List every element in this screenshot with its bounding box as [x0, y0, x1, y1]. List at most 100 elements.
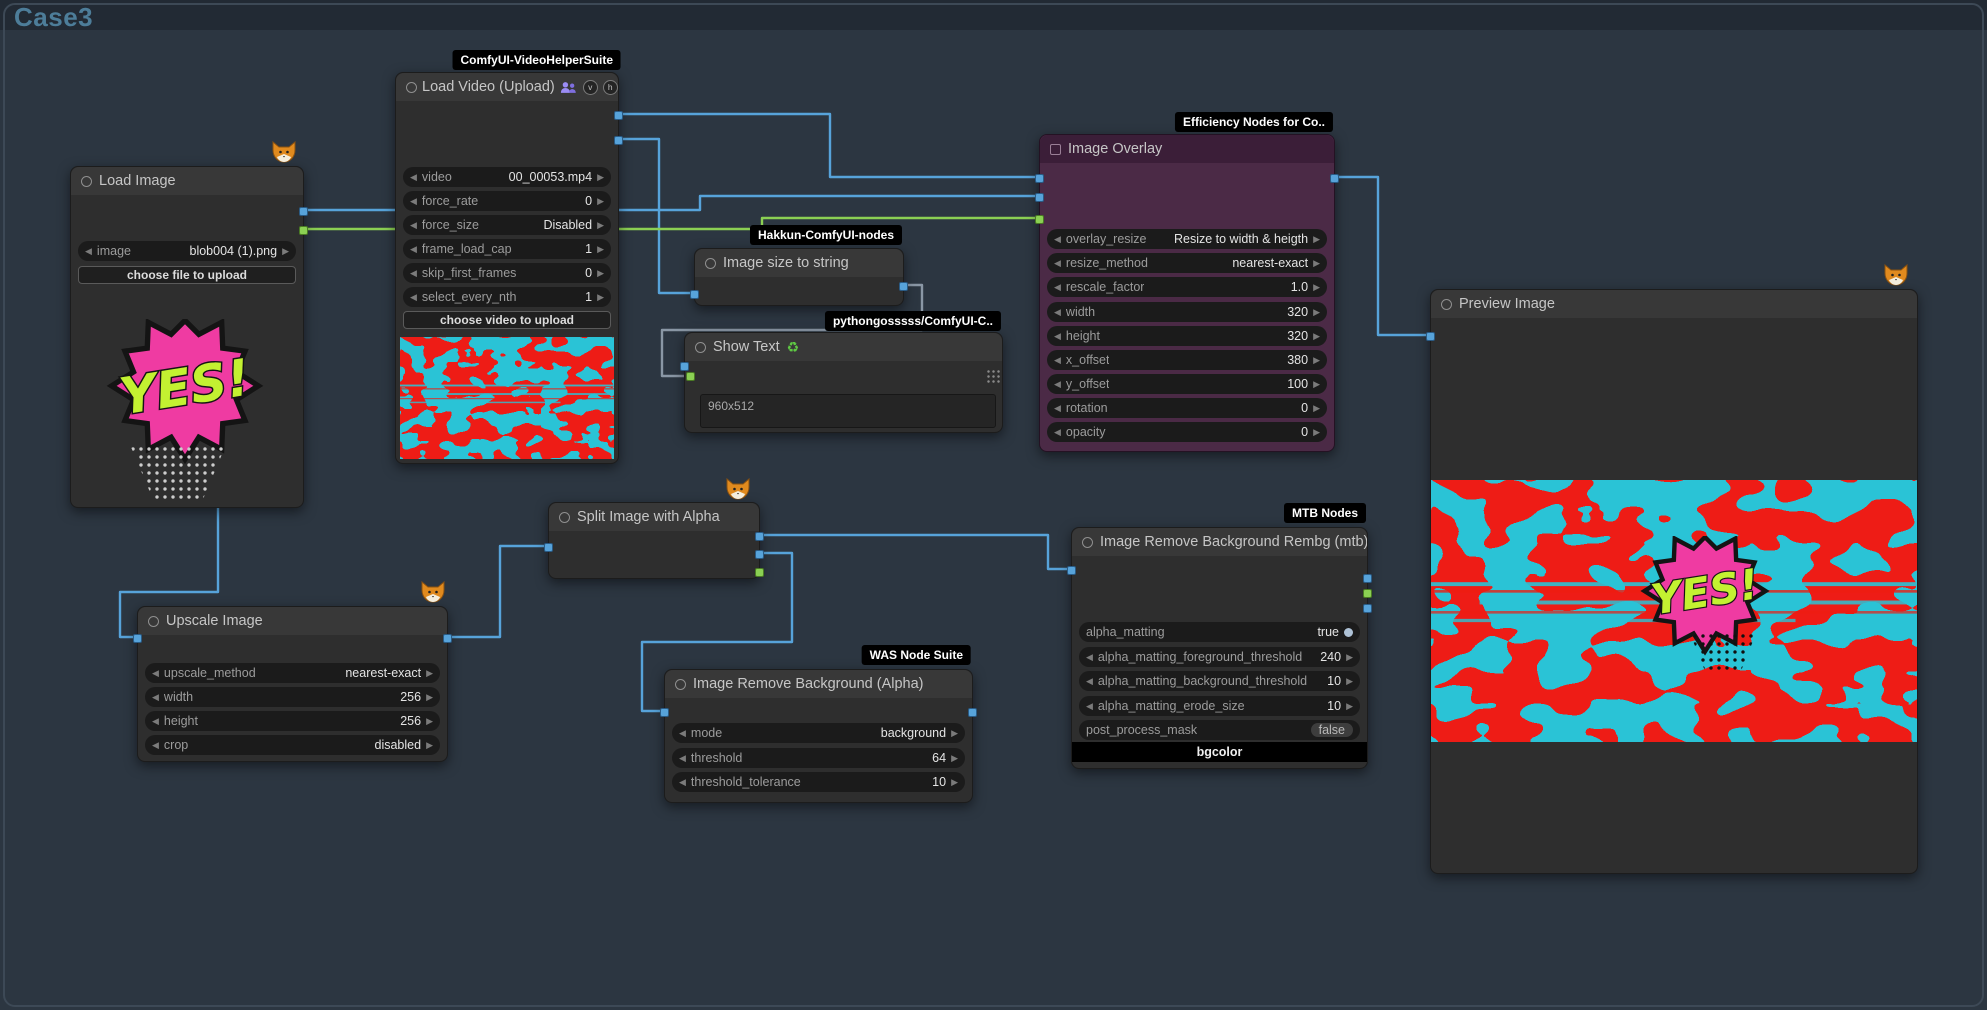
- widget-height[interactable]: ◀ height 320 ▶: [1047, 326, 1327, 346]
- collapse-dot[interactable]: [675, 679, 686, 690]
- decrement-arrow-icon[interactable]: ◀: [679, 723, 686, 743]
- decrement-arrow-icon[interactable]: ◀: [1054, 374, 1061, 394]
- decrement-arrow-icon[interactable]: ◀: [1054, 229, 1061, 249]
- decrement-arrow-icon[interactable]: ◀: [679, 748, 686, 768]
- increment-arrow-icon[interactable]: ▶: [597, 263, 604, 283]
- node-header[interactable]: Preview Image: [1431, 290, 1917, 318]
- toggle-knob[interactable]: [1344, 628, 1353, 637]
- node-header[interactable]: Image Overlay: [1040, 135, 1334, 163]
- collapse-dot[interactable]: [1050, 144, 1061, 155]
- decrement-arrow-icon[interactable]: ◀: [152, 735, 159, 755]
- group-title[interactable]: Case3: [14, 2, 93, 33]
- collapse-dot[interactable]: [148, 616, 159, 627]
- node-load-video[interactable]: Load Video (Upload) v h s ◀ video 00_000…: [395, 72, 619, 464]
- input-slot-image[interactable]: [690, 290, 699, 299]
- decrement-arrow-icon[interactable]: ◀: [410, 263, 417, 283]
- increment-arrow-icon[interactable]: ▶: [1313, 398, 1320, 418]
- node-header[interactable]: Image size to string: [695, 249, 903, 277]
- decrement-arrow-icon[interactable]: ◀: [1086, 647, 1093, 667]
- collapse-dot[interactable]: [81, 176, 92, 187]
- widget-alpha-matting-erode-size[interactable]: ◀ alpha_matting_erode_size 10 ▶: [1079, 696, 1360, 716]
- node-image-remove-background-rembg[interactable]: Image Remove Background Rembg (mtb) alph…: [1071, 527, 1368, 769]
- decrement-arrow-icon[interactable]: ◀: [1054, 350, 1061, 370]
- choose-file-button[interactable]: choose file to upload: [78, 266, 296, 284]
- node-header[interactable]: Image Remove Background Rembg (mtb): [1072, 528, 1367, 556]
- node-preview-image[interactable]: Preview Image: [1430, 289, 1918, 874]
- choose-video-button[interactable]: choose video to upload: [403, 311, 611, 329]
- collapse-dot[interactable]: [705, 258, 716, 269]
- node-image-remove-background-alpha[interactable]: Image Remove Background (Alpha) ◀ mode b…: [664, 669, 973, 803]
- widget-frame-load-cap[interactable]: ◀ frame_load_cap 1 ▶: [403, 239, 611, 259]
- decrement-arrow-icon[interactable]: ◀: [1054, 277, 1061, 297]
- decrement-arrow-icon[interactable]: ◀: [152, 663, 159, 683]
- decrement-arrow-icon[interactable]: ◀: [679, 772, 686, 792]
- increment-arrow-icon[interactable]: ▶: [1346, 671, 1353, 691]
- widget-height[interactable]: ◀ height 256 ▶: [145, 711, 440, 731]
- input-slot-images[interactable]: [660, 708, 669, 717]
- widget-x-offset[interactable]: ◀ x_offset 380 ▶: [1047, 350, 1327, 370]
- show-text-output[interactable]: 960x512: [700, 394, 996, 428]
- input-slot-overlay-image[interactable]: [1035, 193, 1044, 202]
- node-header[interactable]: Split Image with Alpha: [549, 503, 759, 531]
- increment-arrow-icon[interactable]: ▶: [597, 191, 604, 211]
- output-slot-image[interactable]: [614, 111, 623, 120]
- widget-alpha-matting[interactable]: alpha_matting true: [1079, 622, 1360, 642]
- node-header[interactable]: Upscale Image: [138, 607, 447, 635]
- widget-threshold[interactable]: ◀ threshold 64 ▶: [672, 748, 965, 768]
- input-slot-optional-mask[interactable]: [1035, 215, 1044, 224]
- node-header[interactable]: Show Text ♻: [685, 333, 1002, 361]
- node-show-text[interactable]: Show Text ♻ 960x512: [684, 332, 1003, 433]
- input-slot-image[interactable]: [133, 634, 142, 643]
- node-image-size-to-string[interactable]: Image size to string: [694, 248, 904, 306]
- widget-force-size[interactable]: ◀ force_size Disabled ▶: [403, 215, 611, 235]
- collapse-dot[interactable]: [695, 342, 706, 353]
- widget-overlay-resize[interactable]: ◀ overlay_resize Resize to width & heigt…: [1047, 229, 1327, 249]
- increment-arrow-icon[interactable]: ▶: [951, 748, 958, 768]
- decrement-arrow-icon[interactable]: ◀: [1086, 696, 1093, 716]
- decrement-arrow-icon[interactable]: ◀: [1054, 302, 1061, 322]
- input-slot-image[interactable]: [1067, 566, 1076, 575]
- decrement-arrow-icon[interactable]: ◀: [410, 167, 417, 187]
- output-slot-mask[interactable]: [299, 226, 308, 235]
- node-header[interactable]: Load Image: [71, 167, 303, 195]
- increment-arrow-icon[interactable]: ▶: [1313, 422, 1320, 442]
- decrement-arrow-icon[interactable]: ◀: [410, 191, 417, 211]
- output-slot-alpha[interactable]: [755, 568, 764, 577]
- increment-arrow-icon[interactable]: ▶: [282, 241, 289, 261]
- node-split-image-with-alpha[interactable]: Split Image with Alpha: [548, 502, 760, 579]
- increment-arrow-icon[interactable]: ▶: [1346, 696, 1353, 716]
- comfyui-canvas[interactable]: Case3 Load Image ◀ image blob004 (1).png…: [0, 0, 1987, 1010]
- node-properties-grid-icon[interactable]: [986, 369, 1000, 383]
- increment-arrow-icon[interactable]: ▶: [426, 663, 433, 683]
- decrement-arrow-icon[interactable]: ◀: [152, 711, 159, 731]
- output-slot-frame-count[interactable]: [614, 136, 623, 145]
- widget-video[interactable]: ◀ video 00_00053.mp4 ▶: [403, 167, 611, 187]
- widget-mode[interactable]: ◀ mode background ▶: [672, 723, 965, 743]
- collapse-dot[interactable]: [1441, 299, 1452, 310]
- widget-rescale-factor[interactable]: ◀ rescale_factor 1.0 ▶: [1047, 277, 1327, 297]
- node-upscale-image[interactable]: Upscale Image ◀ upscale_method nearest-e…: [137, 606, 448, 762]
- widget-opacity[interactable]: ◀ opacity 0 ▶: [1047, 422, 1327, 442]
- decrement-arrow-icon[interactable]: ◀: [1086, 671, 1093, 691]
- output-slot-image[interactable]: [1363, 574, 1372, 583]
- input-slot-text[interactable]: [686, 372, 695, 381]
- node-header[interactable]: Load Video (Upload) v h s: [396, 73, 618, 101]
- widget-y-offset[interactable]: ◀ y_offset 100 ▶: [1047, 374, 1327, 394]
- output-slot-image[interactable]: [299, 207, 308, 216]
- widget-alpha-matting-background-threshold[interactable]: ◀ alpha_matting_background_threshold 10 …: [1079, 671, 1360, 691]
- decrement-arrow-icon[interactable]: ◀: [85, 241, 92, 261]
- increment-arrow-icon[interactable]: ▶: [426, 735, 433, 755]
- increment-arrow-icon[interactable]: ▶: [951, 723, 958, 743]
- widget-alpha-matting-foreground-threshold[interactable]: ◀ alpha_matting_foreground_threshold 240…: [1079, 647, 1360, 667]
- widget-select-every-nth[interactable]: ◀ select_every_nth 1 ▶: [403, 287, 611, 307]
- output-slot-images[interactable]: [968, 708, 977, 717]
- decrement-arrow-icon[interactable]: ◀: [1054, 398, 1061, 418]
- decrement-arrow-icon[interactable]: ◀: [410, 287, 417, 307]
- widget-width[interactable]: ◀ width 320 ▶: [1047, 302, 1327, 322]
- output-slot-image[interactable]: [1330, 174, 1339, 183]
- widget-threshold-tolerance[interactable]: ◀ threshold_tolerance 10 ▶: [672, 772, 965, 792]
- output-slot-string[interactable]: [899, 282, 908, 291]
- increment-arrow-icon[interactable]: ▶: [1313, 302, 1320, 322]
- widget-skip-first-frames[interactable]: ◀ skip_first_frames 0 ▶: [403, 263, 611, 283]
- widget-crop[interactable]: ◀ crop disabled ▶: [145, 735, 440, 755]
